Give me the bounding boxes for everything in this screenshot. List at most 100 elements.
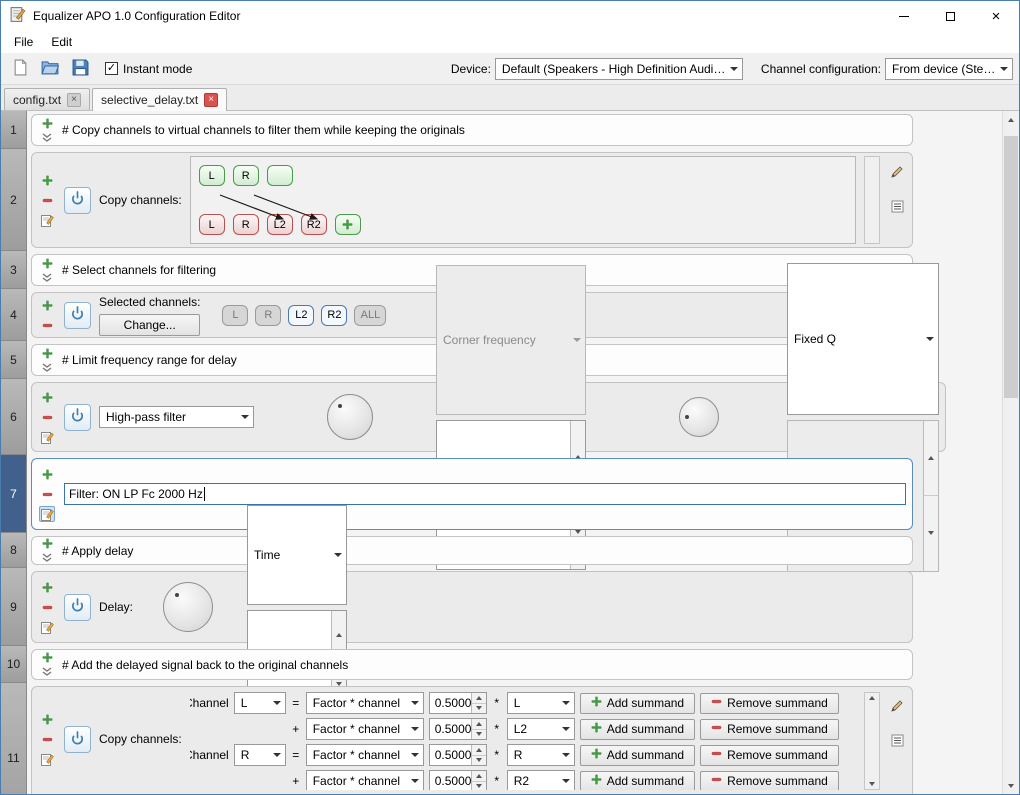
add-summand-button[interactable]: Add summand [580,745,695,766]
row-number[interactable]: 3 [1,251,27,289]
add-channel-button[interactable] [335,214,361,235]
delay-knob[interactable] [163,582,213,632]
source-channel-select[interactable]: L2 [507,718,575,740]
q-mode-select[interactable]: Fixed Q [787,263,939,415]
vertical-scrollbar[interactable] [1002,111,1019,794]
add-row-icon[interactable] [39,297,55,313]
edit-row-icon[interactable] [39,212,55,228]
spin-down-button[interactable] [472,782,486,791]
comment-row[interactable]: # Add the delayed signal back to the ori… [31,649,913,680]
scrollbar-thumb[interactable] [1004,136,1018,398]
command-input[interactable]: Filter: ON LP Fc 2000 Hz [64,483,906,505]
change-channels-button[interactable]: Change... [99,314,200,336]
edit-row-icon[interactable] [39,429,55,445]
instant-mode-checkbox[interactable]: ✓ [105,62,118,75]
source-channel-select[interactable]: R [507,744,575,766]
edit-row-icon[interactable] [39,751,55,767]
source-channel-badge[interactable]: R [233,165,259,186]
channel-badge[interactable]: L [222,305,248,326]
collapse-icon[interactable] [39,363,55,373]
maximize-button[interactable] [927,1,973,31]
row-number[interactable]: 4 [1,289,27,341]
device-select[interactable]: Default (Speakers - High Definition Audi… [495,58,743,80]
tab-config-txt[interactable]: config.txt × [4,88,90,110]
summand-type-select[interactable]: Factor * channel [306,744,424,766]
widget-scrollbar[interactable] [864,156,880,244]
save-file-button[interactable] [67,56,93,82]
tab-close-icon[interactable]: × [67,93,81,107]
add-row-icon[interactable] [39,258,55,269]
add-row-icon[interactable] [39,711,55,727]
menu-edit[interactable]: Edit [42,32,81,52]
edit-row-icon[interactable] [39,506,55,522]
scrollbar-track[interactable] [1003,128,1019,777]
channel-badge[interactable]: L2 [288,305,314,326]
factor-spinner[interactable]: 0.5000 [429,744,487,766]
add-row-icon[interactable] [39,538,55,549]
collapse-icon[interactable] [39,273,55,283]
channel-badge[interactable]: R [255,305,281,326]
delay-mode-select[interactable]: Time [247,505,347,605]
summand-type-select[interactable]: Factor * channel [306,718,424,740]
scroll-up-button[interactable] [1003,111,1019,128]
pencil-edit-icon[interactable] [889,164,905,180]
collapse-icon[interactable] [39,667,55,677]
spin-down-button[interactable] [472,704,486,714]
scroll-down-button[interactable] [1003,777,1019,794]
list-view-icon[interactable] [889,198,905,214]
spin-up-button[interactable] [472,771,486,782]
factor-spinner[interactable]: 0.5000 [429,718,487,740]
summand-type-select[interactable]: Factor * channel [306,692,424,714]
channel-config-select[interactable]: From device (Stereo) [885,58,1013,80]
comment-row[interactable]: # Copy channels to virtual channels to f… [31,114,913,146]
add-row-icon[interactable] [39,172,55,188]
factor-spinner[interactable]: 0.5000 [429,692,487,714]
remove-row-icon[interactable] [39,409,55,425]
row-number[interactable]: 7 [1,455,27,533]
remove-summand-button[interactable]: Remove summand [700,693,839,714]
menu-file[interactable]: File [5,32,42,52]
new-file-button[interactable] [7,56,33,82]
collapse-icon[interactable] [39,553,55,563]
add-row-icon[interactable] [39,118,55,129]
spin-down-button[interactable] [472,756,486,766]
comment-row[interactable]: # Apply delay [31,536,913,565]
source-channel-badge[interactable] [267,165,293,186]
source-channel-select[interactable]: L [507,692,575,714]
row-number[interactable]: 8 [1,533,27,568]
power-toggle[interactable] [64,187,91,214]
widget-scrollbar[interactable] [864,692,880,790]
add-row-icon[interactable] [39,579,55,595]
remove-row-icon[interactable] [39,317,55,333]
add-row-icon[interactable] [39,348,55,359]
target-channel-badge[interactable]: L [199,214,225,235]
row-number[interactable]: 9 [1,568,27,646]
power-toggle[interactable] [64,302,91,329]
target-channel-select[interactable]: L [234,692,286,714]
open-file-button[interactable] [37,56,63,82]
channel-badge[interactable]: R2 [321,305,347,326]
row-number[interactable]: 10 [1,646,27,683]
row-number[interactable]: 6 [1,379,27,455]
collapse-icon[interactable] [39,133,55,143]
add-row-icon[interactable] [39,652,55,663]
source-channel-badge[interactable]: L [199,165,225,186]
target-channel-badge[interactable]: R2 [301,214,327,235]
close-button[interactable]: × [973,1,1019,31]
add-summand-button[interactable]: Add summand [580,771,695,791]
q-knob[interactable] [679,397,719,437]
target-channel-badge[interactable]: L2 [267,214,293,235]
spin-down-button[interactable] [472,730,486,740]
power-toggle[interactable] [64,726,91,753]
edit-row-icon[interactable] [39,619,55,635]
remove-summand-button[interactable]: Remove summand [700,745,839,766]
row-number[interactable]: 11 [1,683,27,794]
filter-type-select[interactable]: High-pass filter [99,406,254,428]
target-channel-badge[interactable]: R [233,214,259,235]
summand-type-select[interactable]: Factor * channel [306,770,424,790]
spin-up-button[interactable] [472,719,486,730]
power-toggle[interactable] [64,594,91,621]
row-number[interactable]: 2 [1,149,27,251]
row-number[interactable]: 1 [1,111,27,149]
add-summand-button[interactable]: Add summand [580,693,695,714]
